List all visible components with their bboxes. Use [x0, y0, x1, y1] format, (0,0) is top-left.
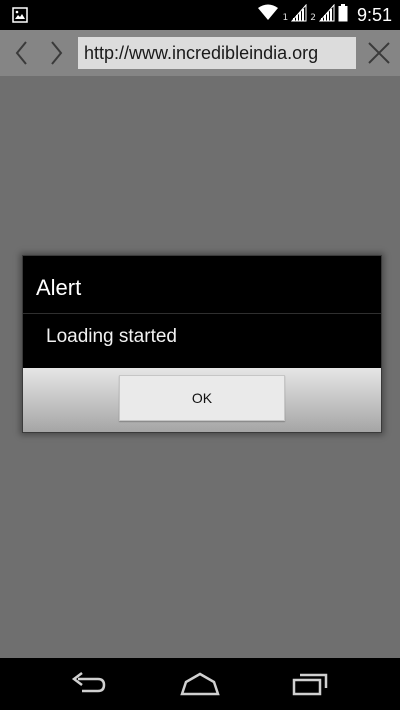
wifi-icon: [257, 4, 279, 26]
chevron-left-icon[interactable]: [8, 38, 36, 68]
back-icon[interactable]: [68, 670, 108, 702]
browser-toolbar: http://www.incredibleindia.org: [0, 30, 400, 76]
sim1-label: 1: [282, 13, 289, 23]
home-icon[interactable]: [178, 670, 222, 702]
ok-button[interactable]: OK: [119, 375, 285, 421]
url-field[interactable]: http://www.incredibleindia.org: [78, 37, 356, 69]
image-notification-icon: [12, 7, 28, 27]
battery-icon: [338, 4, 348, 26]
dialog-button-bar: OK: [23, 368, 381, 432]
close-icon[interactable]: [366, 39, 392, 67]
navigation-bar: [0, 658, 400, 710]
dialog-divider: [23, 313, 381, 314]
status-time: 9:51: [356, 4, 392, 25]
alert-dialog: Alert Loading started OK: [22, 255, 382, 433]
signal-icon: [291, 3, 307, 26]
chevron-right-icon[interactable]: [42, 38, 70, 68]
recent-apps-icon[interactable]: [290, 670, 330, 702]
dialog-message: Loading started: [46, 326, 177, 347]
dialog-title: Alert: [36, 275, 82, 300]
status-bar: 1 2 9:51: [0, 0, 400, 30]
sim2-label: 2: [310, 13, 316, 23]
signal-icon: [318, 3, 335, 26]
url-text: http://www.incredibleindia.org: [84, 43, 319, 63]
